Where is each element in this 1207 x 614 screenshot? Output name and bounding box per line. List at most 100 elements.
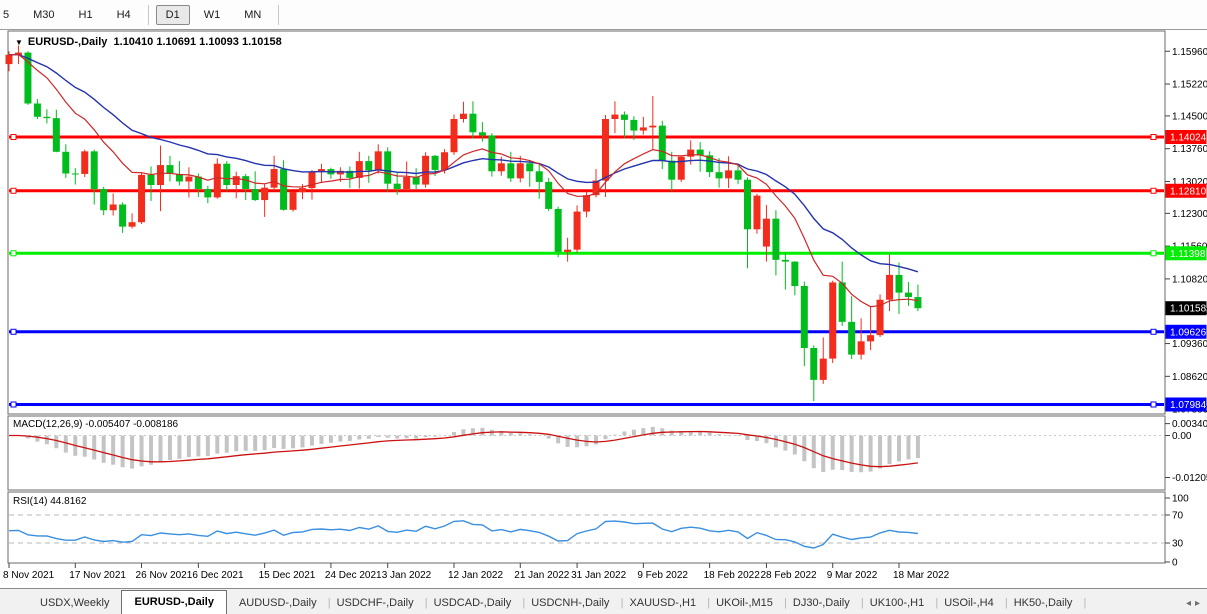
- date-axis-label: 15 Dec 2021: [259, 570, 316, 581]
- macd-indicator-label: MACD(12,26,9) -0.005407 -0.008186: [13, 419, 178, 430]
- candle: [441, 152, 448, 170]
- timeframe-button-m30[interactable]: M30: [23, 5, 64, 25]
- date-axis-label: 3 Jan 2022: [382, 570, 432, 581]
- chart-title: ▼ EURUSD-,Daily 1.10410 1.10691 1.10093 1…: [15, 36, 282, 48]
- tab-scroll-left-icon[interactable]: ◂: [1186, 598, 1195, 609]
- tab-usdcnh[interactable]: USDCNH-,Daily: [521, 593, 619, 614]
- tab-scroll-right-icon[interactable]: ▸: [1195, 598, 1204, 609]
- candle: [735, 170, 742, 179]
- line-handle[interactable]: [11, 251, 16, 256]
- candle: [384, 151, 391, 183]
- rsi-axis-label: 70: [1172, 511, 1184, 522]
- candle: [413, 177, 420, 185]
- candle: [185, 177, 192, 182]
- timeframe-button-mn[interactable]: MN: [234, 5, 271, 25]
- macd-panel[interactable]: [8, 416, 1165, 490]
- tab-usdx[interactable]: USDX,Weekly: [30, 593, 119, 614]
- candle: [233, 176, 240, 185]
- timeframe-button-d1[interactable]: D1: [156, 5, 190, 25]
- date-axis-label: 9 Mar 2022: [827, 570, 878, 581]
- line-handle[interactable]: [11, 135, 16, 140]
- date-axis-label: 21 Jan 2022: [514, 570, 569, 581]
- tab-hk50[interactable]: HK50-,Daily: [1004, 593, 1083, 614]
- line-handle[interactable]: [1151, 188, 1156, 193]
- date-axis-label: 28 Feb 2022: [760, 570, 817, 581]
- tab-eurusd[interactable]: EURUSD-,Daily: [121, 590, 226, 614]
- date-axis-label: 31 Jan 2022: [571, 570, 626, 581]
- candle: [507, 163, 514, 178]
- candle: [110, 204, 117, 210]
- main-chart-panel[interactable]: [8, 31, 1165, 414]
- tab-xauusd[interactable]: XAUUSD-,H1: [619, 593, 706, 614]
- candle: [517, 163, 524, 178]
- candle: [611, 115, 618, 119]
- candle: [157, 165, 164, 185]
- line-handle[interactable]: [1151, 135, 1156, 140]
- symbol-tabbar: USDX,Weekly EURUSD-,Daily AUDUSD-,Daily …: [0, 588, 1207, 614]
- date-axis-label: 26 Nov 2021: [136, 570, 193, 581]
- line-handle[interactable]: [1151, 329, 1156, 334]
- rsi-axis-label: 30: [1172, 539, 1184, 550]
- candle: [479, 132, 486, 135]
- line-handle[interactable]: [11, 329, 16, 334]
- timeframe-button-h4[interactable]: H4: [107, 5, 141, 25]
- candle: [725, 170, 732, 178]
- line-handle[interactable]: [1151, 402, 1156, 407]
- candle: [782, 260, 789, 262]
- chart-canvas[interactable]: 1.159601.152201.145001.137601.130201.123…: [0, 0, 1207, 614]
- macd-axis-label: 0.00: [1172, 431, 1192, 442]
- candle: [166, 165, 173, 174]
- timeframe-button-m5[interactable]: 5: [0, 5, 19, 25]
- candle: [858, 341, 865, 354]
- date-axis-label: 12 Jan 2022: [448, 570, 503, 581]
- price-axis-label: 1.08620: [1172, 372, 1207, 383]
- macd-axis-label: -0.01205: [1172, 473, 1207, 484]
- date-axis-label: 6 Dec 2021: [192, 570, 244, 581]
- candle: [583, 195, 590, 211]
- candle: [100, 189, 107, 210]
- tab-dj30[interactable]: DJ30-,Daily: [783, 593, 860, 614]
- candle: [72, 173, 79, 174]
- symbol-dropdown-icon[interactable]: ▼: [15, 38, 23, 47]
- candle: [545, 182, 552, 209]
- chart-symbol-label: EURUSD-,Daily: [28, 36, 107, 48]
- candle: [91, 151, 98, 189]
- timeframe-button-w1[interactable]: W1: [194, 5, 231, 25]
- tab-usdcad[interactable]: USDCAD-,Daily: [424, 593, 522, 614]
- rsi-panel[interactable]: [8, 492, 1165, 563]
- tab-usoil[interactable]: USOil-,H4: [934, 593, 1004, 614]
- candle: [261, 188, 268, 200]
- candle: [905, 293, 912, 297]
- candle: [469, 114, 476, 133]
- tab-ukoil[interactable]: UKOil-,M15: [706, 593, 783, 614]
- candle: [886, 275, 893, 300]
- tab-usdchf[interactable]: USDCHF-,Daily: [327, 593, 424, 614]
- price-badge-label: 1.09626: [1170, 327, 1207, 338]
- candle: [280, 169, 287, 210]
- candle: [148, 175, 155, 185]
- candle: [763, 219, 770, 247]
- candle: [138, 175, 145, 222]
- tab-audusd[interactable]: AUDUSD-,Daily: [229, 593, 327, 614]
- chart-ohlc-values: 1.10410 1.10691 1.10093 1.10158: [114, 36, 282, 48]
- candle: [678, 157, 685, 180]
- line-handle[interactable]: [11, 188, 16, 193]
- candle: [621, 115, 628, 120]
- candle: [649, 126, 656, 128]
- date-axis-label: 8 Nov 2021: [3, 570, 55, 581]
- line-handle[interactable]: [11, 402, 16, 407]
- candle: [62, 152, 69, 174]
- tab-uk100[interactable]: UK100-,H1: [860, 593, 934, 614]
- rsi-value: 44.8162: [50, 496, 86, 507]
- price-badge-label: 1.14024: [1170, 133, 1207, 144]
- candle: [223, 164, 230, 185]
- timeframe-button-h1[interactable]: H1: [69, 5, 103, 25]
- price-badge-label: 1.07984: [1170, 400, 1207, 411]
- candle: [801, 286, 808, 348]
- tab-scroll-arrows[interactable]: ◂▸: [1186, 598, 1204, 609]
- candle: [867, 335, 874, 341]
- candle: [829, 282, 836, 358]
- candle: [403, 177, 410, 189]
- line-handle[interactable]: [1151, 251, 1156, 256]
- candle: [640, 127, 647, 130]
